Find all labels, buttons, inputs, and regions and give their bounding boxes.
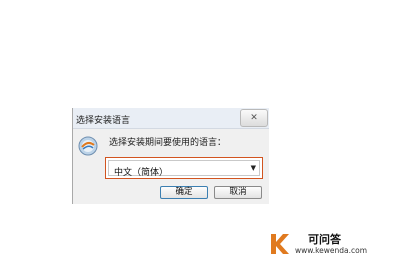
- close-button[interactable]: ✕: [240, 109, 268, 127]
- close-icon: ✕: [250, 113, 258, 123]
- language-select[interactable]: 中文（简体） ▼: [105, 157, 263, 179]
- setup-globe-icon: [78, 136, 98, 156]
- ok-button[interactable]: 确定: [160, 186, 208, 199]
- site-watermark: 可问答 www.kewenda.com: [268, 230, 394, 260]
- language-select-value: 中文（简体）: [114, 168, 169, 178]
- watermark-url: www.kewenda.com: [295, 246, 368, 255]
- language-select-box: 中文（简体） ▼: [108, 160, 260, 178]
- language-prompt: 选择安装期间要使用的语言：: [109, 138, 227, 148]
- language-dialog: 选择安装语言 ✕ 选择安装期间要使用的语言： 中文（简体） ▼ 确定 取消: [72, 108, 269, 204]
- cancel-button[interactable]: 取消: [214, 186, 262, 199]
- watermark-name: 可问答: [308, 233, 341, 246]
- kewenda-logo-icon: [271, 234, 289, 254]
- dialog-title: 选择安装语言: [76, 116, 131, 126]
- chevron-down-icon[interactable]: ▼: [251, 164, 256, 172]
- dialog-titlebar[interactable]: 选择安装语言 ✕: [73, 108, 269, 129]
